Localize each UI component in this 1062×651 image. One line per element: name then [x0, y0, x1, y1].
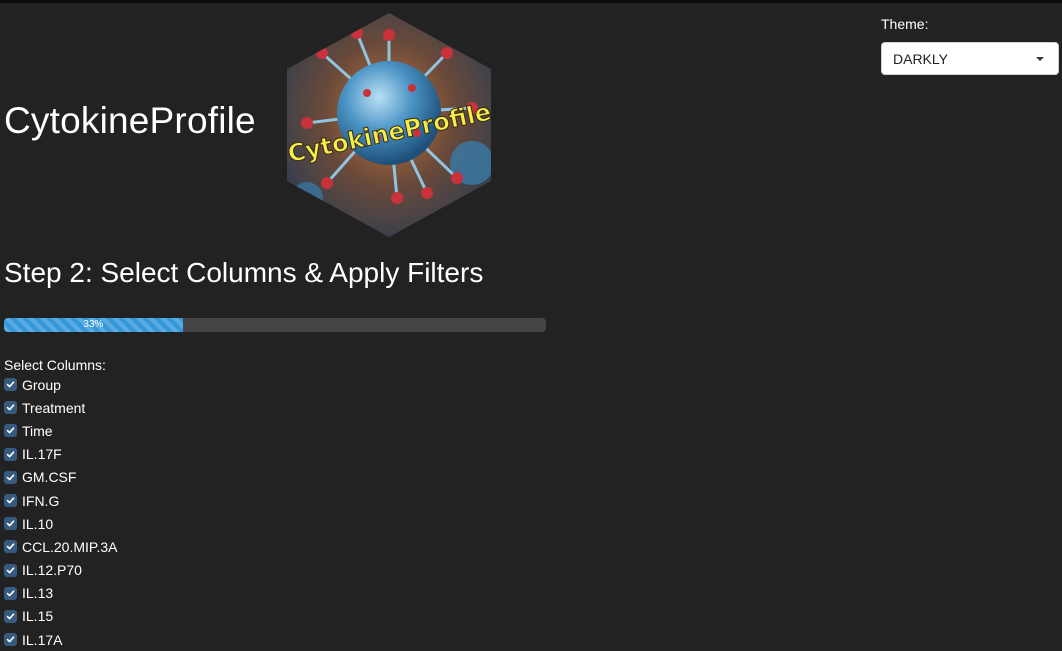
checkbox-checked-icon[interactable]	[4, 401, 17, 415]
checkbox-checked-icon[interactable]	[4, 378, 17, 392]
step-title: Step 2: Select Columns & Apply Filters	[4, 257, 484, 288]
checkbox-checked-icon[interactable]	[4, 609, 17, 623]
column-checkbox-label: Treatment	[22, 399, 86, 416]
column-checkbox-item[interactable]: IL.10	[4, 512, 117, 535]
column-checkbox-item[interactable]: GM.CSF	[4, 466, 117, 489]
column-checkbox-label: IL.17A	[22, 631, 63, 648]
checkbox-checked-icon[interactable]	[4, 586, 17, 600]
checkbox-checked-icon[interactable]	[4, 563, 17, 577]
checkbox-checked-icon[interactable]	[4, 470, 17, 484]
progress-fill: 33%	[4, 318, 183, 332]
checkbox-checked-icon[interactable]	[4, 447, 17, 461]
column-checkbox-item[interactable]: IL.13	[4, 582, 117, 605]
column-checkbox-label: IFN.G	[22, 492, 60, 509]
column-checkbox-item[interactable]: Treatment	[4, 396, 117, 419]
checkbox-checked-icon[interactable]	[4, 494, 17, 508]
app-title: CytokineProfile	[4, 100, 256, 141]
column-checkbox-label: Group	[22, 376, 61, 393]
column-checkbox-item[interactable]: IFN.G	[4, 489, 117, 512]
checkbox-checked-icon[interactable]	[4, 424, 17, 438]
column-checkbox-item[interactable]: IL.15	[4, 605, 117, 628]
column-checkbox-list: Group Treatment Time IL.17F GM.CSF IFN.G IL.10…	[4, 373, 117, 651]
column-checkbox-label: IL.17F	[22, 446, 62, 463]
caret-down-icon	[1036, 57, 1044, 61]
column-checkbox-label: IL.15	[22, 608, 54, 625]
column-checkbox-label: IL.10	[22, 515, 54, 532]
theme-selected-value: DARKLY	[893, 51, 948, 67]
top-border	[0, 0, 1062, 3]
progress-bar: 33%	[4, 318, 546, 332]
column-checkbox-item[interactable]: IL.17A	[4, 628, 117, 651]
checkbox-checked-icon[interactable]	[4, 517, 17, 531]
column-checkbox-label: IL.13	[22, 585, 54, 602]
column-checkbox-label: Time	[22, 422, 53, 439]
select-columns-label: Select Columns:	[4, 357, 106, 373]
column-checkbox-item[interactable]: Time	[4, 419, 117, 442]
column-checkbox-label: CCL.20.MIP.3A	[22, 538, 118, 555]
column-checkbox-item[interactable]: IL.17F	[4, 443, 117, 466]
column-checkbox-item[interactable]: CCL.20.MIP.3A	[4, 535, 117, 558]
theme-select[interactable]: DARKLY	[881, 42, 1059, 75]
column-checkbox-label: IL.12.P70	[22, 562, 82, 579]
checkbox-checked-icon[interactable]	[4, 633, 17, 647]
app-logo: CytokineProfile	[287, 13, 491, 237]
column-checkbox-item[interactable]: IL.12.P70	[4, 559, 117, 582]
column-checkbox-item[interactable]: Group	[4, 373, 117, 396]
checkbox-checked-icon[interactable]	[4, 540, 17, 554]
theme-label: Theme:	[881, 16, 929, 32]
column-checkbox-label: GM.CSF	[22, 469, 77, 486]
progress-text: 33%	[83, 319, 104, 330]
